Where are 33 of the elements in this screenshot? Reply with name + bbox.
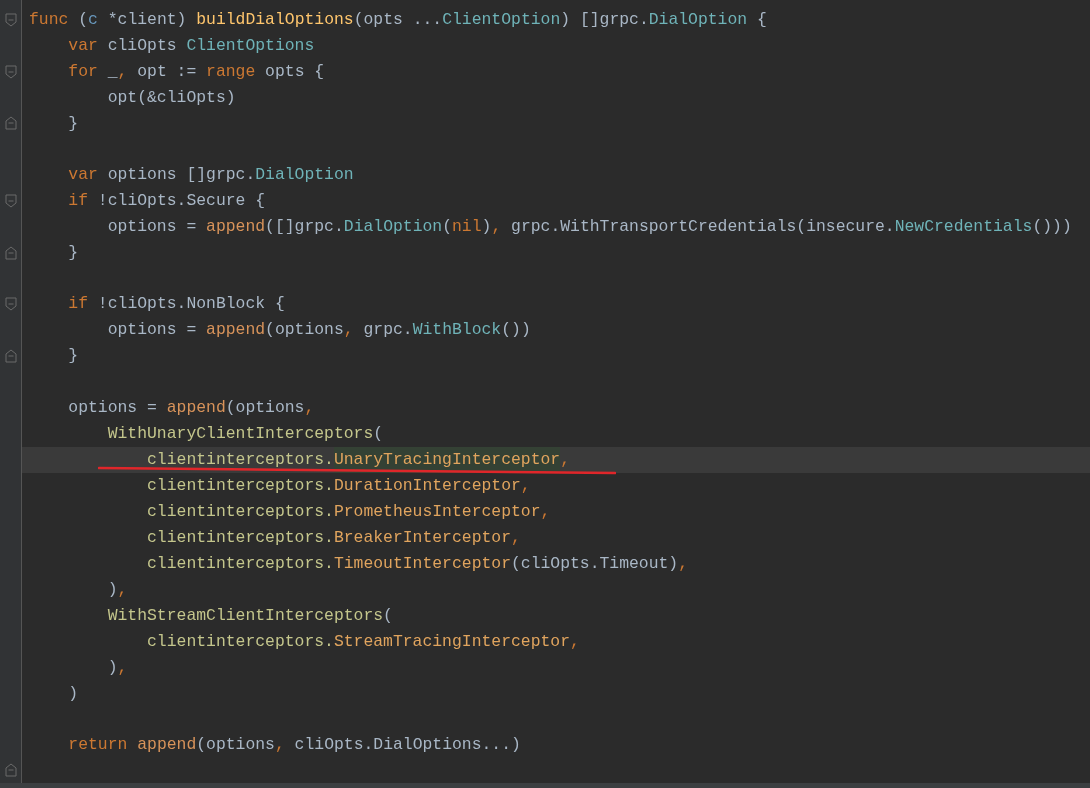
fold-open-icon[interactable] (4, 297, 17, 312)
code-line: clientinterceptors.StreamTracingInterceptor, (146, 630, 581, 653)
code-line: if !cliOpts.Secure { (67, 190, 267, 213)
code-line: var cliOpts ClientOptions (67, 35, 316, 57)
code-line: options = append(options, (67, 396, 316, 419)
horizontal-scrollbar[interactable] (0, 783, 1090, 788)
code-line: clientinterceptors.BreakerInterceptor, (146, 526, 522, 549)
code-line: clientinterceptors.DurationInterceptor, (146, 474, 532, 497)
fold-open-icon[interactable] (4, 193, 17, 208)
code-line: } (67, 113, 80, 135)
code-line: WithUnaryClientInterceptors( (106, 422, 385, 445)
code-line: ) (67, 682, 80, 705)
fold-close-icon[interactable] (4, 116, 17, 131)
code-line: ), (106, 578, 129, 601)
code-line: ), (106, 656, 129, 679)
code-line: return append(options, cliOpts.DialOptions...) (67, 733, 522, 756)
fold-close-icon[interactable] (4, 349, 17, 364)
code-line: options = append([]grpc.DialOption(nil), grpc.WithTransportCredentials(insecure.NewCredentials())) (106, 216, 1073, 239)
fold-open-icon[interactable] (4, 64, 17, 79)
code-line: options = append(options, grpc.WithBlock()) (106, 319, 532, 342)
code-line: clientinterceptors.TimeoutInterceptor(cliOpts.Timeout), (146, 552, 690, 575)
fold-close-icon[interactable] (4, 245, 17, 260)
fold-close-icon[interactable] (4, 762, 17, 777)
code-line: } (67, 242, 80, 265)
fold-open-icon[interactable] (4, 12, 17, 27)
code-line: opt(&cliOpts) (106, 87, 237, 109)
code-line: if !cliOpts.NonBlock { (67, 293, 286, 316)
code-line: } (67, 345, 80, 368)
code-line: var options []grpc.DialOption (67, 164, 355, 187)
code-line: WithStreamClientInterceptors( (106, 604, 394, 627)
code-line: func (c *client) buildDialOptions(opts ...ClientOption) []grpc.DialOption { (28, 9, 768, 31)
code-line: for _, opt := range opts { (67, 61, 326, 83)
code-line: clientinterceptors.PrometheusInterceptor, (146, 500, 552, 523)
